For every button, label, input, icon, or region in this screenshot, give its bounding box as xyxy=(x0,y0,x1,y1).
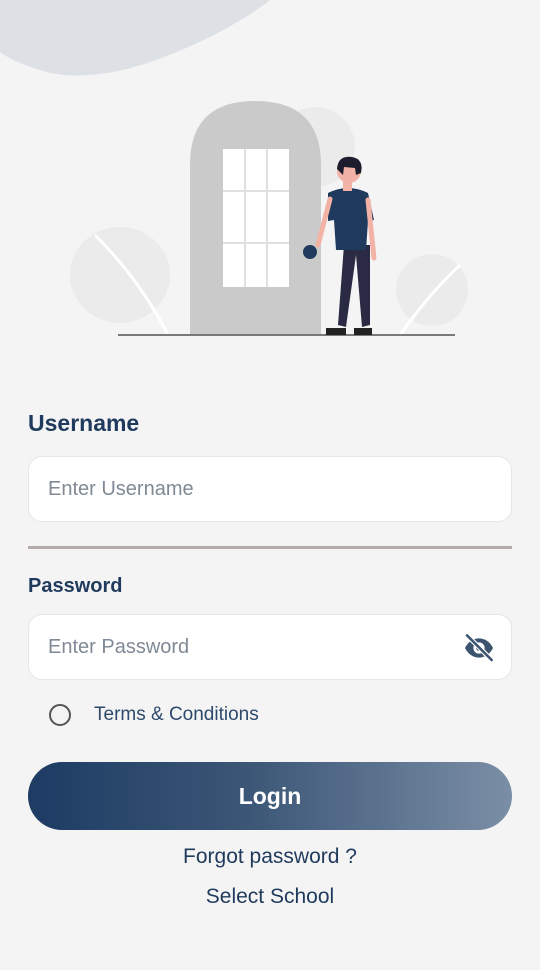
divider xyxy=(28,546,512,549)
username-input[interactable] xyxy=(48,457,448,521)
login-button[interactable]: Login xyxy=(28,762,512,830)
terms-row[interactable]: Terms & Conditions xyxy=(49,700,259,730)
forgot-password-link[interactable]: Forgot password ? xyxy=(0,845,540,869)
terms-radio[interactable] xyxy=(49,704,71,726)
username-field[interactable] xyxy=(28,456,512,522)
terms-label[interactable]: Terms & Conditions xyxy=(94,704,259,726)
username-label: Username xyxy=(28,410,140,436)
select-school-link[interactable]: Select School xyxy=(0,885,540,909)
password-input[interactable] xyxy=(48,615,448,679)
eye-slash-icon[interactable] xyxy=(463,632,495,664)
password-label: Password xyxy=(28,575,123,597)
top-decorative-wave xyxy=(0,0,270,76)
person-at-door-illustration xyxy=(70,101,468,336)
password-field[interactable] xyxy=(28,614,512,680)
